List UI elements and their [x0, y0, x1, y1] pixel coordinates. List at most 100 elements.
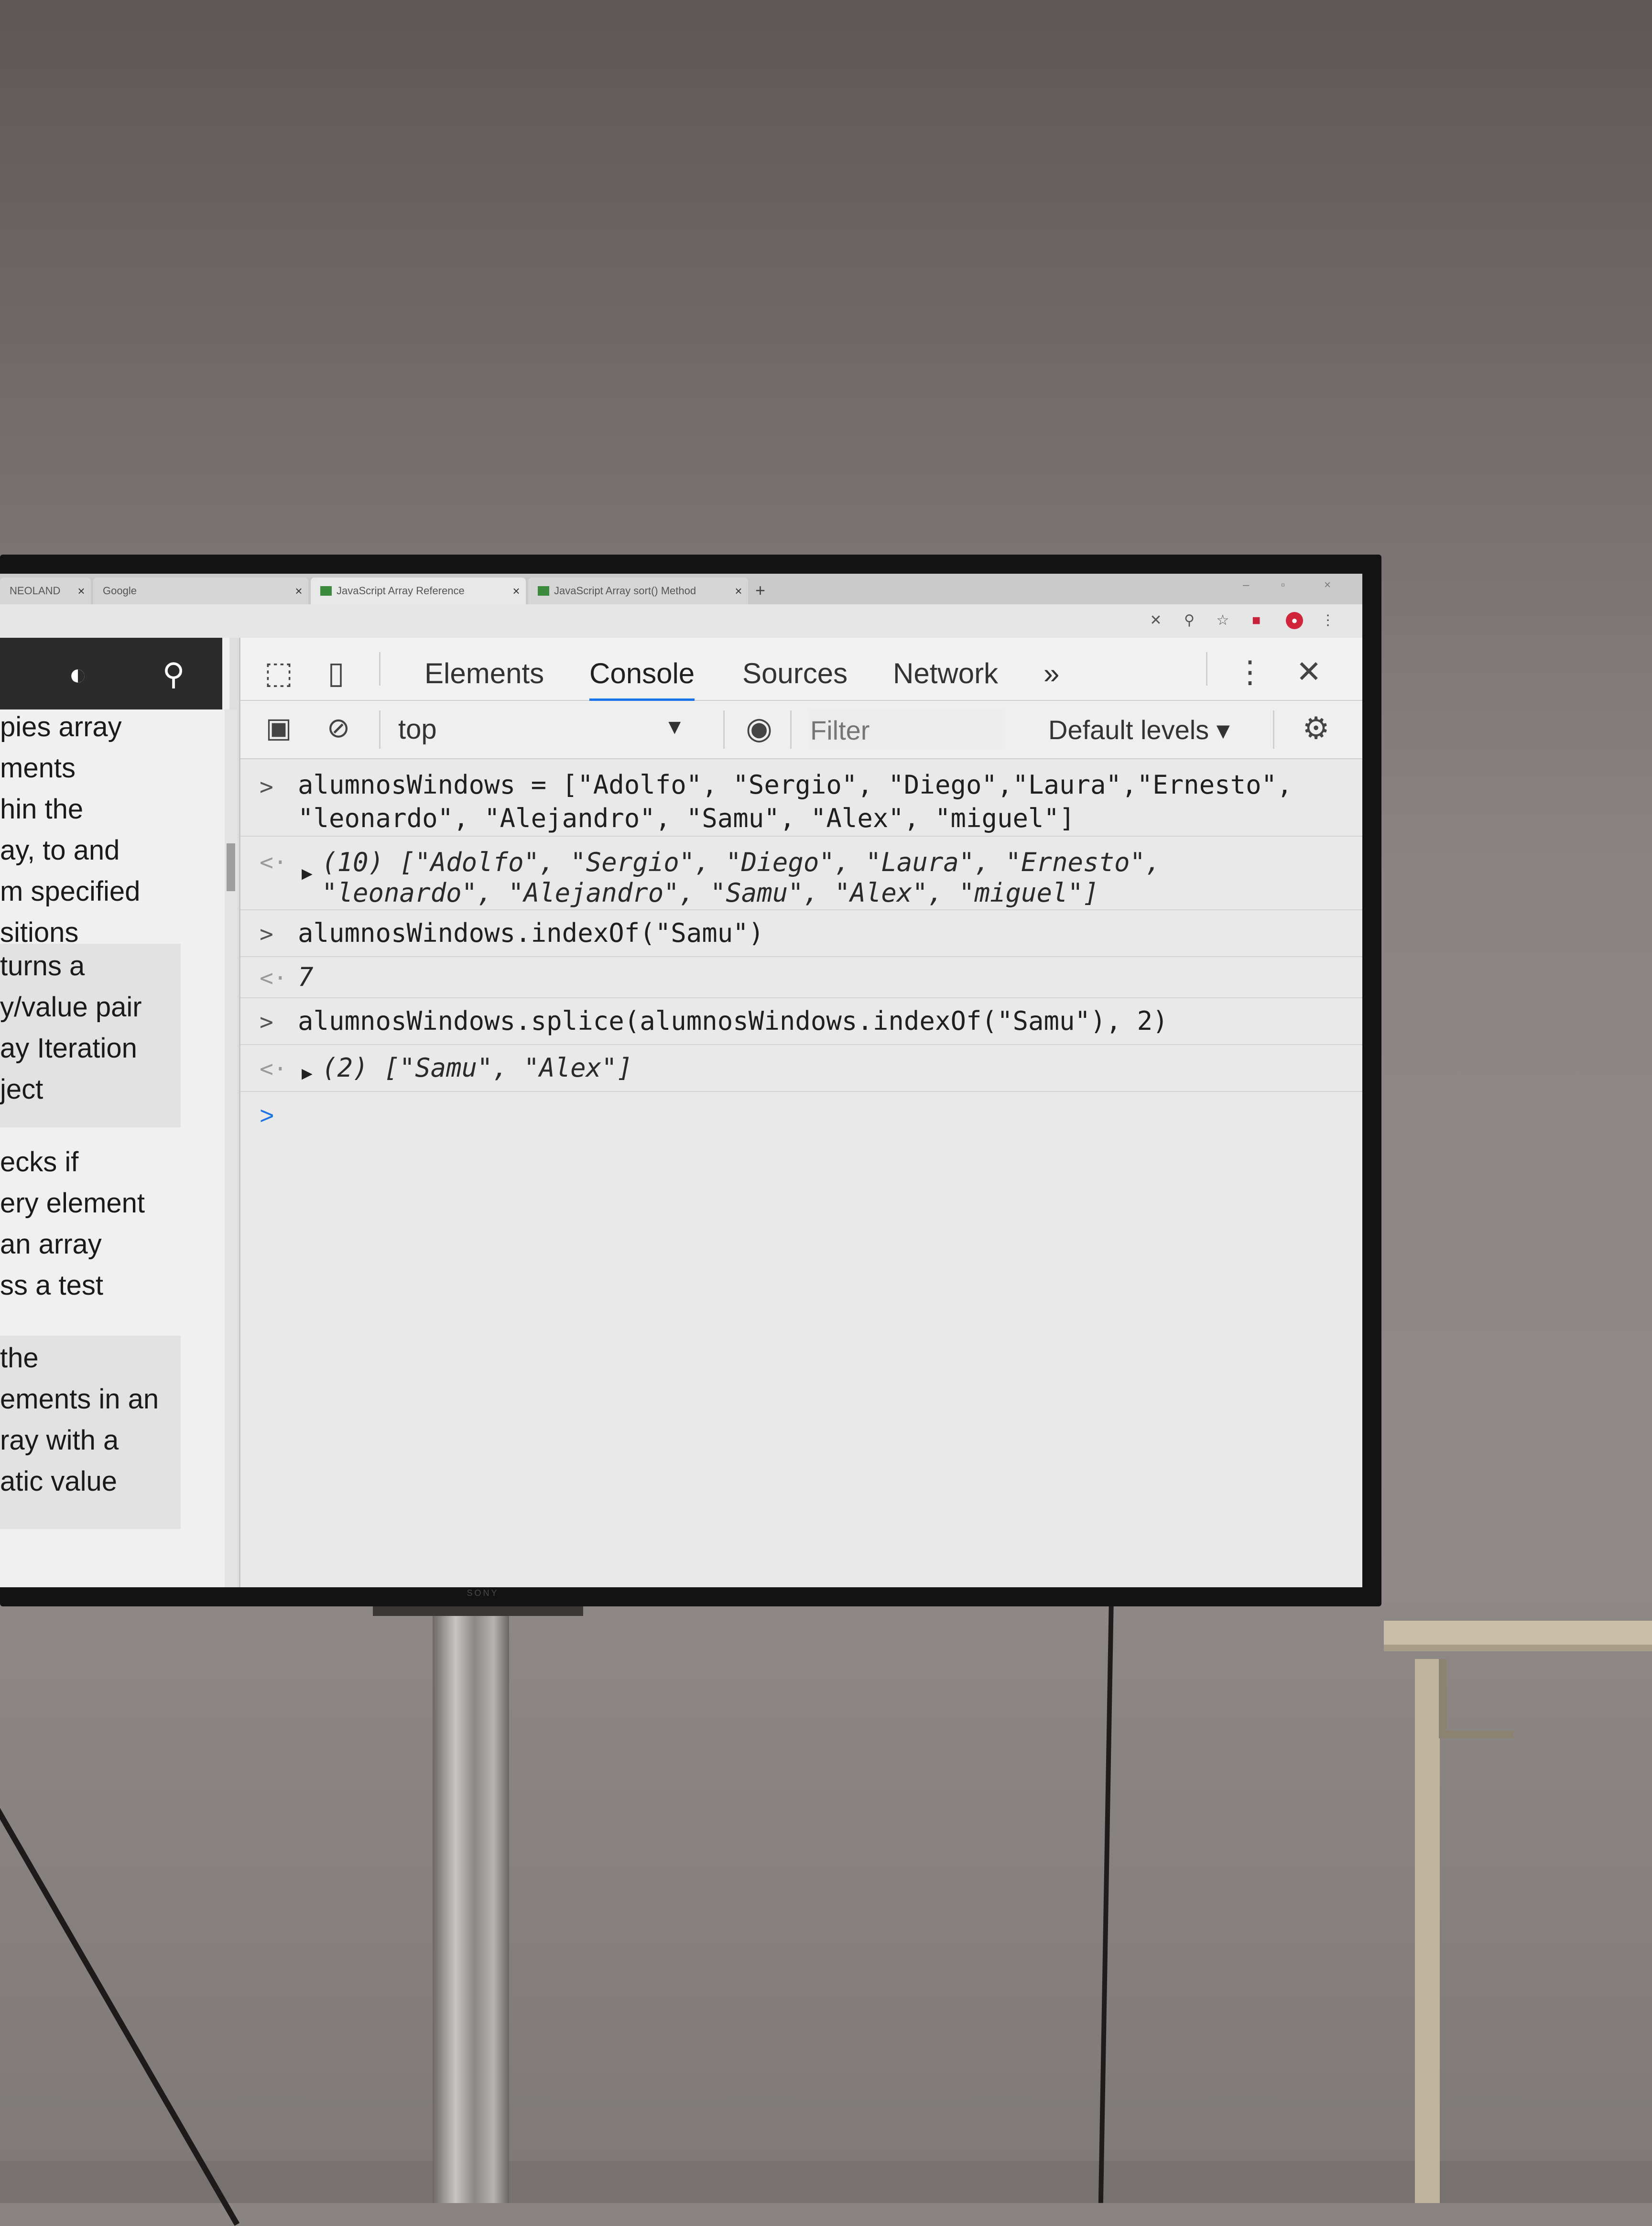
text-line: ecks if: [0, 1146, 79, 1178]
context-value: top: [398, 714, 437, 745]
more-tabs-icon[interactable]: »: [1043, 657, 1059, 690]
devtools-menu-icon[interactable]: ⋮: [1235, 654, 1265, 690]
monitor: NEOLAND × Google × JavaScript Array Refe…: [0, 555, 1381, 1606]
tab-title: Google: [103, 585, 137, 597]
text-line: ss a test: [0, 1270, 103, 1301]
text-line: an array: [0, 1229, 102, 1260]
w3-favicon-icon: [320, 586, 332, 596]
divider: [723, 710, 725, 749]
inspect-element-icon[interactable]: ⬚: [262, 655, 295, 691]
devtools-tabbar: ⬚ ▯ Elements Console Sources Network » ⋮…: [240, 638, 1362, 701]
w3-favicon-icon: [538, 586, 549, 596]
text-line: ray with a: [0, 1425, 119, 1456]
tab-google[interactable]: Google ×: [93, 578, 308, 604]
device-toolbar-icon[interactable]: ▯: [319, 655, 353, 691]
close-icon[interactable]: ×: [729, 584, 748, 599]
table-leg: [1415, 1659, 1440, 2203]
page-header: ◐ ⚲: [0, 638, 222, 709]
input-prompt-icon: >: [260, 774, 273, 800]
window-close-icon[interactable]: ×: [1324, 578, 1331, 592]
browser-toolbar: ✕ ⚲ ☆ ■ ● ⋮: [0, 604, 1362, 638]
live-expression-eye-icon[interactable]: ◉: [738, 710, 781, 746]
clear-console-icon[interactable]: ⊘: [322, 711, 355, 744]
divider: [1273, 710, 1274, 749]
monitor-brand: SONY: [467, 1588, 499, 1598]
console-result-row[interactable]: <· ▶ (10) ["Adolfo", "Sergio", "Diego", …: [240, 837, 1362, 910]
zoom-icon[interactable]: ⚲: [1181, 612, 1198, 629]
tab-title: NEOLAND: [10, 585, 61, 597]
floor: [0, 2161, 1652, 2203]
text-line: ements in an: [0, 1384, 159, 1415]
bookmark-star-icon[interactable]: ☆: [1214, 612, 1231, 629]
code-line: "leonardo", "Alejandro", "Samu", "Alex",…: [298, 803, 1075, 833]
monitor-stand: [433, 1606, 509, 2203]
tab-title: JavaScript Array sort() Method: [554, 585, 696, 597]
result-line: 7: [298, 962, 314, 992]
text-line: pies array: [0, 711, 122, 742]
result-line: (10) ["Adolfo", "Sergio", "Diego", "Laur…: [322, 847, 1161, 877]
reference-page: ◐ ⚲ pies array ments hin the ay, to and …: [0, 638, 237, 1587]
text-line: the: [0, 1342, 39, 1374]
text-line: atic value: [0, 1466, 118, 1497]
code-line: alumnosWindows.splice(alumnosWindows.ind…: [298, 1006, 1168, 1036]
profile-avatar[interactable]: ●: [1286, 612, 1303, 629]
expand-triangle-icon[interactable]: ▶: [302, 1056, 313, 1090]
code-line: alumnosWindows = ["Adolfo", "Sergio", "D…: [298, 770, 1293, 800]
filter-input[interactable]: [809, 710, 1002, 750]
text-line: turns a: [0, 950, 85, 982]
console-prompt[interactable]: >: [260, 1102, 274, 1130]
context-selector[interactable]: top ▼: [398, 713, 685, 747]
close-icon[interactable]: ×: [72, 584, 91, 599]
minimize-icon[interactable]: –: [1243, 578, 1249, 592]
text-line: ay Iteration: [0, 1033, 137, 1064]
result-arrow-icon: <·: [260, 965, 287, 992]
input-prompt-icon: >: [260, 1009, 273, 1036]
extension-icon[interactable]: ■: [1248, 612, 1265, 629]
text-line: ay, to and: [0, 835, 120, 866]
divider: [1206, 652, 1207, 686]
tab-array-reference[interactable]: JavaScript Array Reference ×: [311, 578, 526, 604]
text-line: y/value pair: [0, 992, 142, 1023]
screen: NEOLAND × Google × JavaScript Array Refe…: [0, 574, 1362, 1587]
result-line: (2) ["Samu", "Alex"]: [322, 1053, 633, 1083]
table-top: [1384, 1621, 1652, 1651]
search-icon[interactable]: ⚲: [155, 656, 192, 692]
expand-triangle-icon[interactable]: ▶: [302, 856, 313, 890]
console-settings-gear-icon[interactable]: ⚙: [1297, 710, 1335, 746]
text-line: ments: [0, 753, 76, 784]
scrollbar-thumb[interactable]: [227, 843, 235, 891]
camera-blocked-icon[interactable]: ✕: [1147, 612, 1164, 629]
text-line: m specified: [0, 876, 141, 907]
tab-elements[interactable]: Elements: [424, 657, 544, 690]
result-arrow-icon: <·: [260, 1056, 287, 1082]
close-icon[interactable]: ×: [507, 584, 526, 599]
console-result-row: <· 7: [240, 957, 1362, 998]
tab-neoland[interactable]: NEOLAND ×: [0, 578, 91, 604]
close-devtools-icon[interactable]: ✕: [1292, 654, 1326, 690]
console-toolbar: ▣ ⊘ top ▼ ◉ Default levels ▾ ⚙: [240, 701, 1362, 759]
divider: [379, 710, 380, 749]
new-tab-button[interactable]: +: [755, 580, 765, 600]
log-levels-dropdown[interactable]: Default levels ▾: [1048, 714, 1230, 746]
console-result-row[interactable]: <· ▶ (2) ["Samu", "Alex"]: [240, 1045, 1362, 1092]
chrome-menu-icon[interactable]: ⋮: [1319, 612, 1337, 629]
divider: [379, 652, 380, 686]
maximize-icon[interactable]: ▫: [1281, 578, 1285, 592]
input-prompt-icon: >: [260, 921, 273, 948]
page-scrollbar[interactable]: [225, 709, 237, 1587]
tab-title: JavaScript Array Reference: [337, 585, 465, 597]
close-icon[interactable]: ×: [289, 584, 308, 599]
tab-network[interactable]: Network: [893, 657, 998, 690]
devtools-panel: ⬚ ▯ Elements Console Sources Network » ⋮…: [239, 638, 1362, 1587]
tab-console[interactable]: Console: [589, 657, 695, 701]
result-line: "leonardo", "Alejandro", "Samu", "Alex",…: [322, 878, 1099, 908]
tab-array-sort[interactable]: JavaScript Array sort() Method ×: [528, 578, 748, 604]
contrast-toggle-icon[interactable]: ◐: [60, 656, 96, 692]
chevron-down-icon: ▼: [664, 715, 685, 739]
console-input-row: > alumnosWindows = ["Adolfo", "Sergio", …: [240, 759, 1362, 837]
result-arrow-icon: <·: [260, 849, 287, 876]
console-input-row: > alumnosWindows.indexOf("Samu"): [240, 910, 1362, 957]
text-line: hin the: [0, 794, 84, 825]
tab-sources[interactable]: Sources: [742, 657, 848, 690]
show-sidebar-icon[interactable]: ▣: [262, 711, 295, 744]
